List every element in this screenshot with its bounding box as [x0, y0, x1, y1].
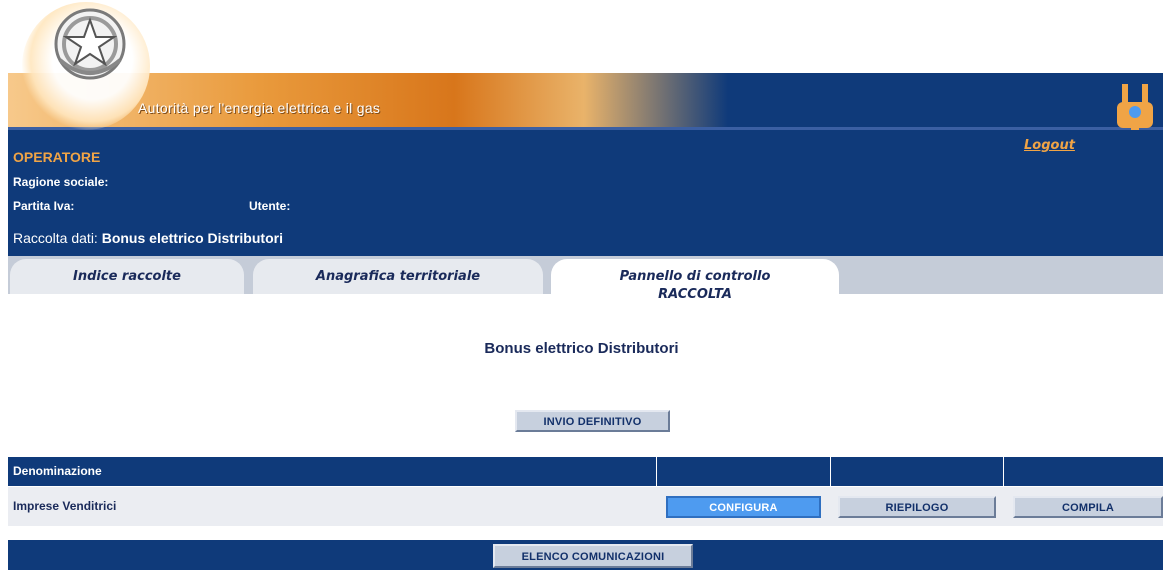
header-banner: Autorità per l'energia elettrica e il ga… [8, 0, 1163, 152]
tab-label: Indice raccolte [73, 269, 181, 284]
partita-iva-label: Partita Iva: [13, 199, 75, 213]
raccolta-prefix: Raccolta dati: [13, 230, 102, 246]
header-divider [830, 457, 831, 486]
banner-title: Autorità per l'energia elettrica e il ga… [138, 100, 381, 116]
operator-panel: OPERATORE Ragione sociale: Partita Iva: … [8, 130, 1163, 256]
tab-label: Anagrafica territoriale [315, 269, 481, 284]
compila-button[interactable]: COMPILA [1013, 496, 1163, 518]
header-divider [1003, 457, 1004, 486]
header-divider [656, 457, 657, 486]
logout-link[interactable]: Logout [1024, 138, 1075, 153]
operator-title: OPERATORE [13, 149, 101, 165]
tab-anagrafica-territoriale[interactable]: Anagrafica territoriale [253, 259, 543, 294]
invio-definitivo-button[interactable]: INVIO DEFINITIVO [515, 410, 670, 432]
tab-indice-raccolte[interactable]: Indice raccolte [10, 259, 244, 294]
row-name: Imprese Venditrici [13, 499, 117, 513]
header-denominazione: Denominazione [13, 464, 102, 478]
tab-pannello-di-controllo[interactable]: Pannello di controllo RACCOLTA [551, 259, 839, 319]
table-header: Denominazione [8, 457, 1163, 486]
riepilogo-button[interactable]: RIEPILOGO [838, 496, 996, 518]
utente-label: Utente: [249, 199, 291, 213]
ragione-sociale-label: Ragione sociale: [13, 175, 109, 189]
elenco-comunicazioni-button[interactable]: ELENCO COMUNICAZIONI [493, 544, 693, 568]
raccolta-name: Bonus elettrico Distributori [101, 230, 283, 246]
configura-button[interactable]: CONFIGURA [666, 496, 821, 518]
page-title: Bonus elettrico Distributori [484, 340, 679, 357]
tab-label: Pannello di controllo [619, 269, 771, 284]
tab-sublabel: RACCOLTA [658, 287, 732, 302]
republic-emblem-icon [54, 8, 126, 80]
tab-strip: Indice raccolte Anagrafica territoriale … [8, 256, 1163, 319]
raccolta-info: Raccolta dati: Bonus elettrico Distribut… [13, 230, 283, 246]
